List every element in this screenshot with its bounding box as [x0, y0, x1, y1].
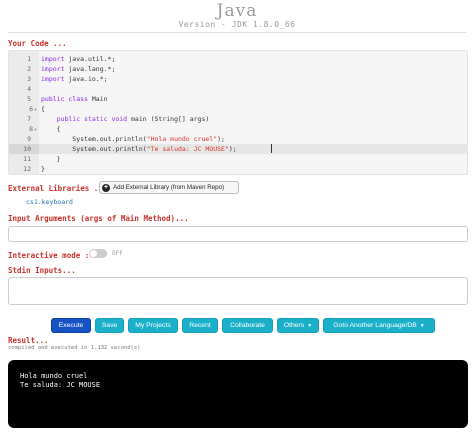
code-string: "Hola mundo cruel": [146, 135, 218, 143]
line-number: 9: [9, 134, 39, 144]
line-number: 10: [9, 144, 39, 154]
collaborate-button[interactable]: Collaborate: [222, 318, 273, 333]
code-text: );: [228, 145, 237, 153]
code-line[interactable]: public static void main (String[] args): [41, 114, 463, 124]
stdin-inputs-label: Stdin Inputs...: [8, 266, 76, 275]
code-string: "Te saluda: JC MOUSE": [146, 145, 229, 153]
input-arguments-field[interactable]: [8, 226, 468, 242]
line-number: 3: [9, 74, 39, 84]
code-text: java.io.*;: [64, 75, 108, 83]
code-line[interactable]: System.out.println("Te saluda: JC MOUSE"…: [41, 144, 463, 154]
result-section-label: Result...: [8, 336, 49, 345]
others-dropdown-button[interactable]: Others ▼: [277, 318, 319, 333]
code-editor[interactable]: 1 import java.util.*; 2 import java.lang.*;…: [8, 50, 468, 175]
line-number-text: 4: [27, 85, 31, 93]
line-number: 8▾: [9, 124, 39, 134]
goto-language-button[interactable]: Goto Another Language/DB ▼: [323, 318, 435, 333]
code-line[interactable]: System.out.println("Hola mundo cruel");: [41, 134, 463, 144]
line-number-text: 12: [23, 165, 31, 173]
line-number-text: 11: [23, 155, 31, 163]
line-number: 6▾: [9, 104, 39, 114]
code-text: Main: [87, 95, 108, 103]
code-text: System.out.println(: [41, 135, 147, 143]
line-number-text: 5: [27, 95, 31, 103]
line-number: 5: [9, 94, 39, 104]
output-line: Hola mundo cruel: [20, 372, 88, 380]
code-keyword: public static void: [56, 115, 128, 123]
others-label: Others: [283, 322, 305, 329]
output-line: Te saluda: JC MOUSE: [20, 381, 101, 389]
line-number-text: 3: [27, 75, 31, 83]
line-number: 7: [9, 114, 39, 124]
page-title: Java: [216, 1, 258, 21]
output-terminal: Hola mundo cruel Te saluda: JC MOUSE: [8, 360, 468, 428]
code-line[interactable]: }: [41, 154, 463, 164]
stdin-inputs-field[interactable]: [8, 277, 468, 305]
code-line[interactable]: import java.util.*;: [41, 54, 463, 64]
line-number: 11: [9, 154, 39, 164]
interactive-mode-label: Interactive mode :: [8, 251, 90, 260]
line-number-text: 7: [27, 115, 31, 123]
toggle-knob: [90, 250, 97, 257]
code-keyword: import: [41, 75, 65, 83]
code-text: }: [41, 155, 61, 163]
my-projects-button[interactable]: My Projects: [128, 318, 178, 333]
line-number-text: 10: [23, 145, 31, 153]
code-text: {: [41, 125, 61, 133]
caret-down-icon: ▼: [307, 322, 313, 329]
add-external-library-label: Add External Library (from Maven Repo): [113, 184, 225, 191]
caret-down-icon: ▼: [419, 322, 425, 329]
code-keyword: public class: [41, 95, 88, 103]
code-text: );: [217, 135, 225, 143]
line-number-text: 8: [29, 125, 33, 133]
line-number: 12: [9, 164, 39, 174]
code-text: }: [41, 165, 45, 173]
libraries-section-label: External Libraries ...: [8, 184, 108, 193]
line-number-text: 6: [29, 105, 33, 113]
code-section-label: Your Code ...: [8, 39, 67, 48]
execute-button[interactable]: Execute: [51, 318, 91, 333]
header-divider: [8, 32, 466, 33]
code-text: java.lang.*;: [64, 65, 116, 73]
execution-time-text: compiled and executed in 1.132 second(s): [8, 345, 141, 351]
code-line[interactable]: {: [41, 124, 463, 134]
code-line[interactable]: }: [41, 164, 463, 174]
code-keyword: import: [41, 55, 65, 63]
library-item[interactable]: cs1.keyboard: [26, 198, 73, 206]
code-text: System.out.println(: [41, 145, 147, 153]
line-number-text: 2: [27, 65, 31, 73]
code-text: main (String[] args): [127, 115, 210, 123]
code-line[interactable]: import java.lang.*;: [41, 64, 463, 74]
line-number: 4: [9, 84, 39, 94]
code-line[interactable]: import java.io.*;: [41, 74, 463, 84]
line-number-text: 1: [27, 55, 31, 63]
recent-button[interactable]: Recent: [182, 318, 218, 333]
input-args-label: Input Arguments (args of Main Method)...: [8, 214, 189, 223]
code-line[interactable]: {: [41, 104, 463, 114]
interactive-mode-toggle[interactable]: [89, 249, 107, 258]
code-text: java.util.*;: [64, 55, 116, 63]
code-line[interactable]: public class Main: [41, 94, 463, 104]
toggle-state-label: OFF: [112, 250, 123, 257]
add-circle-icon: +: [102, 183, 110, 192]
line-number-text: 9: [27, 135, 31, 143]
goto-language-label: Goto Another Language/DB: [333, 322, 417, 329]
save-button[interactable]: Save: [95, 318, 124, 333]
version-subtitle: Version - JDK 1.8.0_66: [178, 20, 296, 29]
code-text: {: [41, 105, 45, 113]
line-number: 2: [9, 64, 39, 74]
text-cursor: [271, 144, 272, 153]
code-line[interactable]: [41, 84, 463, 94]
add-external-library-button[interactable]: + Add External Library (from Maven Repo): [99, 181, 239, 194]
line-number: 1: [9, 54, 39, 64]
code-keyword: import: [41, 65, 65, 73]
